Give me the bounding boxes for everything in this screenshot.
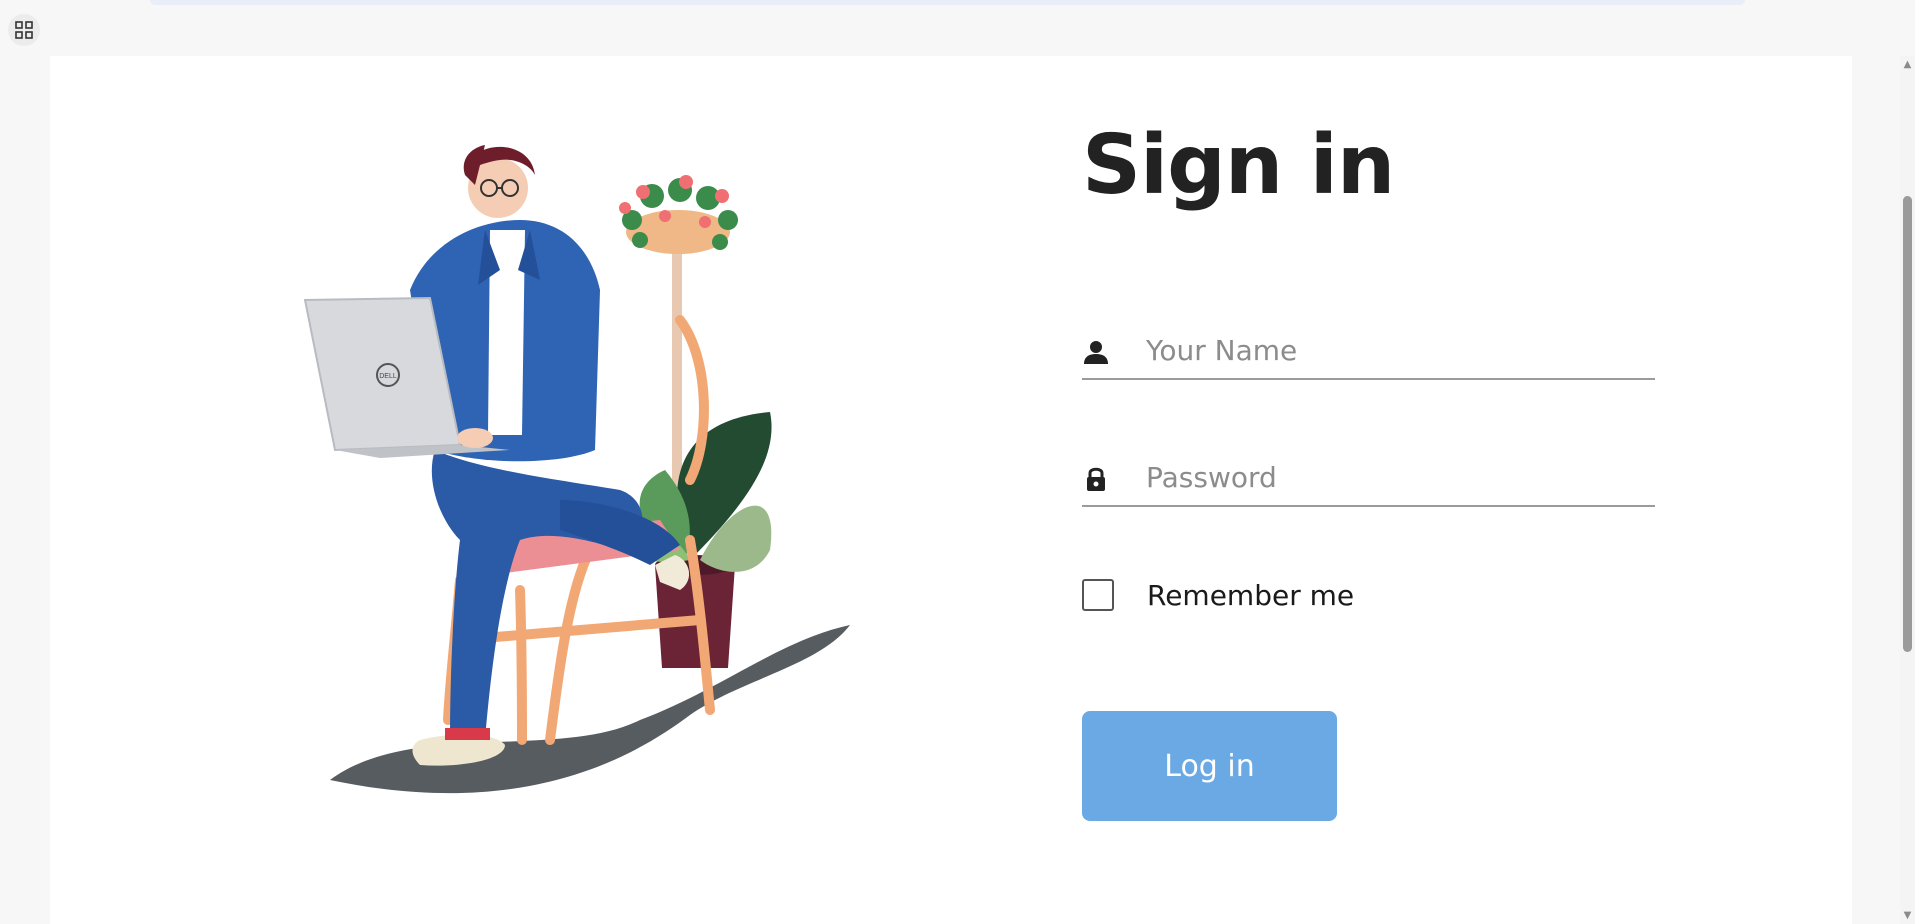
laptop-logo-text: DELL [379,373,397,380]
scroll-down-arrow-icon[interactable]: ▼ [1901,909,1914,922]
scrollbar-thumb[interactable] [1903,196,1912,652]
person-with-laptop-illustration: DELL [303,145,850,794]
remember-me-row: Remember me [1082,576,1354,614]
page-title: Sign in [1082,118,1395,213]
user-icon [1084,341,1108,364]
login-button[interactable]: Log in [1082,711,1337,821]
vertical-scrollbar[interactable]: ▲ ▼ [1900,56,1915,924]
password-field [1082,445,1655,507]
remember-me-label: Remember me [1147,578,1355,612]
name-input[interactable] [1146,328,1646,372]
grid-icon [15,21,33,39]
apps-grid-button[interactable] [8,14,40,46]
browser-top-bar [150,0,1745,5]
lock-icon [1087,467,1105,491]
remember-me-checkbox[interactable] [1082,579,1114,611]
password-input[interactable] [1146,455,1646,499]
name-field [1082,318,1655,380]
scroll-up-arrow-icon[interactable]: ▲ [1901,58,1914,71]
